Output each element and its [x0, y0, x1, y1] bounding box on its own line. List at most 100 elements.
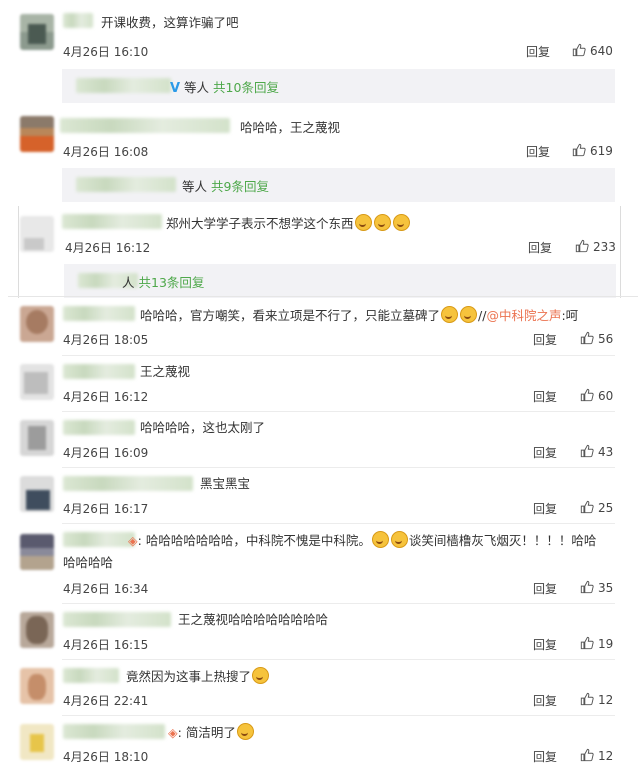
like-button[interactable]: 19: [580, 636, 613, 651]
username[interactable]: [60, 118, 230, 133]
username[interactable]: [63, 476, 193, 491]
comment-text: 哈哈哈，官方嘲笑，看来立项是不行了，只能立墓碑了//@中科院之声:呵: [140, 306, 578, 325]
username[interactable]: [63, 532, 135, 547]
comment: 黑宝黑宝 4月26日 16:17 回复 25: [0, 470, 640, 526]
subreply-summary[interactable]: 人 共13条回复: [64, 264, 616, 298]
comment-text: 郑州大学学子表示不想学这个东西: [166, 214, 411, 233]
comment-body: 竟然因为这事上热搜了: [126, 669, 252, 684]
like-button[interactable]: 43: [580, 444, 613, 459]
reply-button[interactable]: 回复: [533, 444, 557, 461]
like-count: 56: [598, 332, 614, 346]
thumbs-up-icon: [580, 388, 594, 402]
subreply-count[interactable]: 共13条回复: [139, 275, 205, 290]
comment: 开课收费，这算诈骗了吧 4月26日 16:10 回复 640: [0, 0, 640, 70]
comment-time: 4月26日 22:41: [63, 694, 149, 708]
thumbs-up-icon: [575, 239, 589, 253]
comment-time: 4月26日 18:10: [63, 750, 149, 764]
username[interactable]: [63, 668, 119, 683]
comment: 哈哈哈，王之蔑视 4月26日 16:08 回复 619: [0, 108, 640, 168]
reply-button[interactable]: 回复: [533, 748, 557, 765]
avatar[interactable]: [20, 668, 54, 704]
reply-button[interactable]: 回复: [533, 580, 557, 597]
like-count: 35: [598, 581, 614, 595]
comment-time: 4月26日 16:08: [63, 145, 149, 159]
comment: 哈哈哈，官方嘲笑，看来立项是不行了，只能立墓碑了//@中科院之声:呵 4月26日…: [0, 300, 640, 356]
like-button[interactable]: 35: [580, 580, 613, 595]
subreply-summary[interactable]: V 等人 共10条回复: [62, 69, 615, 103]
thumbs-up-icon: [580, 331, 594, 345]
like-count: 12: [598, 749, 614, 763]
username[interactable]: [63, 420, 135, 435]
like-button[interactable]: 56: [580, 331, 613, 346]
subreply-label: V 等人 共10条回复: [170, 77, 279, 96]
avatar[interactable]: [20, 476, 54, 512]
divider: [62, 715, 615, 716]
comment-body-end: :呵: [561, 308, 579, 323]
reply-button[interactable]: 回复: [528, 239, 552, 256]
reply-button[interactable]: 回复: [533, 388, 557, 405]
like-button[interactable]: 60: [580, 388, 613, 403]
reply-button[interactable]: 回复: [526, 43, 550, 60]
comment-text: 哈哈哈哈，这也太刚了: [140, 420, 266, 435]
username[interactable]: [63, 306, 135, 321]
subreply-suffix: 人: [122, 275, 135, 290]
comment-text: 竟然因为这事上热搜了: [126, 667, 270, 686]
comment-text: 开课收费，这算诈骗了吧: [101, 15, 239, 30]
subreply-count[interactable]: 共9条回复: [211, 179, 269, 194]
comment-time: 4月26日 16:12: [63, 390, 149, 404]
subreply-label: 等人 共9条回复: [182, 176, 269, 195]
subreply-suffix: 等人: [182, 179, 208, 194]
username[interactable]: [63, 612, 171, 627]
reply-button[interactable]: 回复: [533, 692, 557, 709]
username[interactable]: [63, 724, 165, 739]
thumbs-up-icon: [580, 580, 594, 594]
comment-time: 4月26日 16:12: [65, 241, 151, 255]
comment: 哈哈哈哈，这也太刚了 4月26日 16:09 回复 43: [0, 414, 640, 470]
verified-icon: V: [170, 81, 181, 96]
comment-text: 哈哈哈，王之蔑视: [240, 120, 341, 135]
like-button[interactable]: 640: [572, 43, 613, 58]
divider: [62, 411, 615, 412]
reply-button[interactable]: 回复: [526, 143, 550, 160]
comment-body: 哈哈哈哈哈哈哈，中科院不愧是中科院。: [145, 533, 371, 548]
subreply-count[interactable]: 共10条回复: [213, 80, 279, 95]
like-button[interactable]: 233: [575, 239, 616, 254]
avatar[interactable]: [20, 534, 54, 570]
like-button[interactable]: 619: [572, 143, 613, 158]
thumbs-up-icon: [580, 444, 594, 458]
username[interactable]: [63, 364, 135, 379]
thumbs-up-icon: [580, 500, 594, 514]
avatar[interactable]: [20, 364, 54, 400]
like-button[interactable]: 12: [580, 692, 613, 707]
comment-body: 郑州大学学子表示不想学这个东西: [166, 216, 354, 231]
like-button[interactable]: 25: [580, 500, 613, 515]
divider: [62, 603, 615, 604]
reply-button[interactable]: 回复: [533, 331, 557, 348]
avatar[interactable]: [20, 216, 54, 252]
mention-link[interactable]: @中科院之声: [486, 308, 561, 323]
laughing-emoji-icon: [252, 667, 270, 684]
subreply-summary[interactable]: 等人 共9条回复: [62, 168, 615, 202]
like-count: 233: [593, 240, 616, 254]
comment-time: 4月26日 16:34: [63, 582, 149, 596]
avatar[interactable]: [20, 306, 54, 342]
like-button[interactable]: 12: [580, 748, 613, 763]
comment-body: 简洁明了: [185, 725, 236, 740]
divider: [62, 467, 615, 468]
username[interactable]: [63, 13, 93, 28]
comment: 郑州大学学子表示不想学这个东西 4月26日 16:12 回复 233: [0, 206, 640, 266]
laughing-emoji-icon: [371, 531, 389, 548]
comment-text: 王之蔑视哈哈哈哈哈哈哈哈: [178, 612, 329, 627]
avatar[interactable]: [20, 612, 54, 648]
username[interactable]: [62, 214, 162, 229]
avatar[interactable]: [20, 420, 54, 456]
comment: 王之蔑视 4月26日 16:12 回复 60: [0, 358, 640, 414]
avatar[interactable]: [20, 116, 54, 152]
avatar[interactable]: [20, 14, 54, 50]
reply-button[interactable]: 回复: [533, 636, 557, 653]
avatar[interactable]: [20, 724, 54, 760]
like-count: 12: [598, 693, 614, 707]
laughing-emoji-icon: [373, 214, 391, 231]
reply-button[interactable]: 回复: [533, 500, 557, 517]
comment: 竟然因为这事上热搜了 4月26日 22:41 回复 12: [0, 662, 640, 718]
